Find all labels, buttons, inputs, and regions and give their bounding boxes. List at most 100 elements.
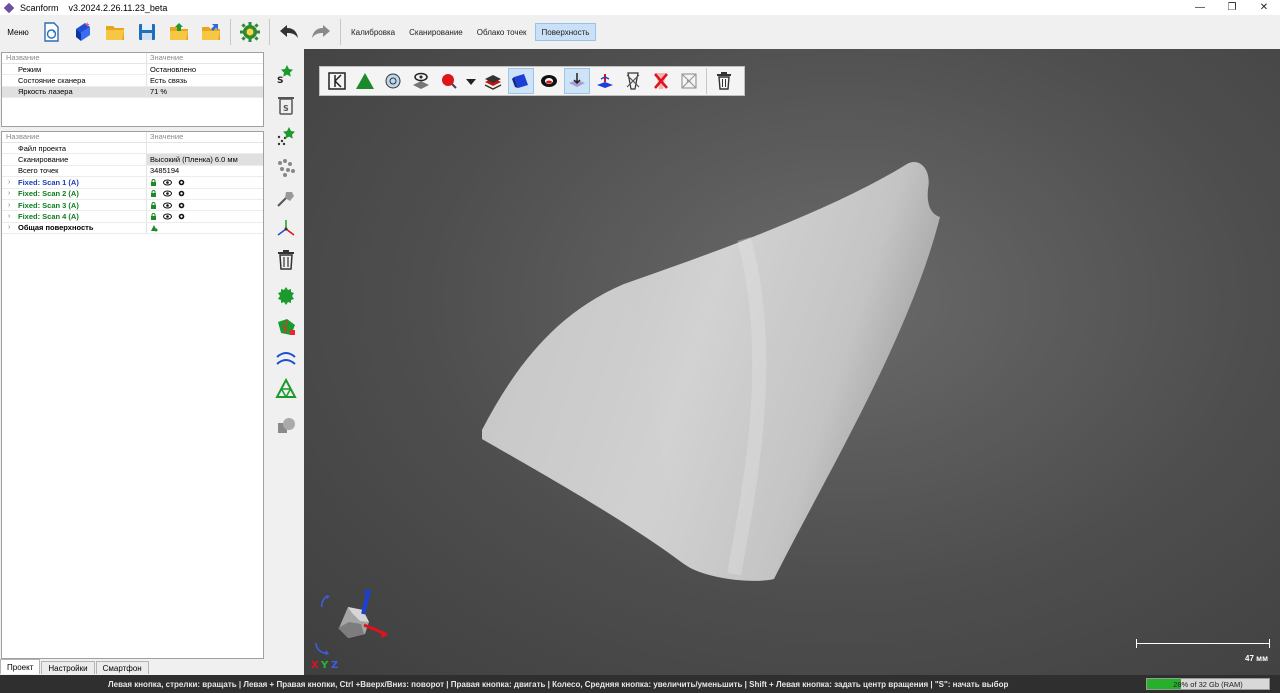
pick-tool-button[interactable] xyxy=(272,184,300,212)
tab-calibration[interactable]: Калибровка xyxy=(345,23,401,41)
visibility-eye-icon[interactable] xyxy=(163,190,172,197)
lock-icon[interactable] xyxy=(150,178,157,186)
color-dot-icon[interactable] xyxy=(178,179,185,186)
scan-name: Fixed: Scan 3 (A) xyxy=(18,200,79,210)
property-row-mode[interactable]: Режим Остановлено xyxy=(2,64,263,76)
expand-arrow-icon[interactable]: › xyxy=(8,224,10,231)
eye-layer-button[interactable] xyxy=(409,69,433,93)
3d-viewport[interactable]: X Y Z 47 мм xyxy=(304,49,1280,675)
expand-arrow-icon[interactable]: › xyxy=(8,202,10,209)
axis-y-label: Y xyxy=(320,660,329,671)
tree-row-scanning[interactable]: Сканирование Высокий (Пленка) 6.0 мм xyxy=(2,154,263,166)
noise-filter-button[interactable] xyxy=(272,153,300,181)
mesh-icon[interactable] xyxy=(150,224,158,232)
trash-icon xyxy=(278,250,294,270)
toolbar-separator xyxy=(706,68,707,94)
export-folder-button[interactable] xyxy=(197,18,225,46)
delete-selection-button[interactable]: S xyxy=(272,91,300,119)
shapes-button[interactable] xyxy=(272,411,300,439)
orientation-gizmo[interactable]: X Y Z xyxy=(308,587,398,673)
toolbar-separator xyxy=(230,19,231,45)
app-version: v3.2024.2.26.11.23_beta xyxy=(68,2,168,13)
open-project-button[interactable] xyxy=(165,18,193,46)
triangulate-button[interactable] xyxy=(272,375,300,403)
open-folder-icon xyxy=(106,26,124,40)
tree-row-scan-1[interactable]: › Fixed: Scan 1 (A) xyxy=(2,177,263,189)
dropdown-icon xyxy=(466,79,476,85)
viewport-delete-button[interactable] xyxy=(712,69,736,93)
sphere-view-button[interactable] xyxy=(381,69,405,93)
undo-button[interactable] xyxy=(275,18,303,46)
color-point-button[interactable] xyxy=(437,69,461,93)
import-button[interactable] xyxy=(69,18,97,46)
expand-arrow-icon[interactable]: › xyxy=(8,179,10,186)
color-point-icon xyxy=(442,74,457,89)
color-dot-icon[interactable] xyxy=(178,190,185,197)
plane-icon xyxy=(597,74,613,88)
save-button[interactable] xyxy=(133,18,161,46)
property-row-laser-brightness[interactable]: Яркость лазера 71 % xyxy=(2,86,263,99)
header-name: Название xyxy=(2,53,147,63)
property-row-scanner-state[interactable]: Состояние сканера Есть связь xyxy=(2,75,263,87)
tab-settings[interactable]: Настройки xyxy=(41,661,95,674)
curve-button[interactable] xyxy=(272,344,300,372)
visibility-eye-icon[interactable] xyxy=(163,202,172,209)
color-dot-icon[interactable] xyxy=(178,202,185,209)
tree-row-scan-2[interactable]: › Fixed: Scan 2 (A) xyxy=(2,188,263,200)
crossed-plane-button[interactable] xyxy=(621,69,645,93)
red-x-button[interactable] xyxy=(649,69,673,93)
axes-button[interactable] xyxy=(272,215,300,243)
delete-button[interactable] xyxy=(272,246,300,274)
ram-usage-text: 28% of 32 Gb (RAM) xyxy=(1173,680,1243,689)
tab-smartphone[interactable]: Смартфон xyxy=(95,661,149,674)
grey-crossed-button[interactable] xyxy=(677,69,701,93)
mouse-hints: Левая кнопка, стрелки: вращать | Левая +… xyxy=(108,679,1009,689)
color-dot-icon[interactable] xyxy=(178,213,185,220)
expand-arrow-icon[interactable]: › xyxy=(8,213,10,220)
open-folder-button[interactable] xyxy=(101,18,129,46)
color-dropdown-button[interactable] xyxy=(465,69,477,93)
plane-button[interactable] xyxy=(593,69,617,93)
ring-button[interactable] xyxy=(537,69,561,93)
redo-button[interactable] xyxy=(307,18,335,46)
close-button[interactable]: ✕ xyxy=(1248,0,1280,15)
lock-icon[interactable] xyxy=(150,213,157,221)
tree-row-total-points[interactable]: Всего точек 3485194 xyxy=(2,165,263,178)
window-controls: — ❐ ✕ xyxy=(1184,0,1280,15)
visibility-eye-icon[interactable] xyxy=(163,213,172,220)
expand-arrow-icon[interactable]: › xyxy=(8,190,10,197)
tab-scanning[interactable]: Сканирование xyxy=(403,23,469,41)
settings-button[interactable] xyxy=(236,18,264,46)
visibility-eye-icon[interactable] xyxy=(163,179,172,186)
tree-row-common-surface[interactable]: › Общая поверхность xyxy=(2,222,263,235)
tab-surface[interactable]: Поверхность xyxy=(534,23,597,41)
new-project-button[interactable] xyxy=(37,18,65,46)
cube-blue-button[interactable] xyxy=(508,68,534,94)
noise-filter-icon xyxy=(278,159,295,177)
main-toolbar: Меню Калибровка Сканирование Облако точе… xyxy=(0,15,1280,49)
layer-red-button[interactable] xyxy=(481,69,505,93)
hole-fill-button[interactable] xyxy=(272,313,300,341)
scale-label: 47 мм xyxy=(1245,654,1268,663)
restore-button[interactable]: ❐ xyxy=(1216,0,1248,15)
property-name: Яркость лазера xyxy=(2,86,147,98)
tree-row-project-file[interactable]: Файл проекта xyxy=(2,143,263,155)
arrow-down-button[interactable] xyxy=(564,68,590,94)
lock-icon[interactable] xyxy=(150,190,157,198)
mesh-button[interactable] xyxy=(272,282,300,310)
open-project-icon xyxy=(170,23,188,40)
tree-row-scan-3[interactable]: › Fixed: Scan 3 (A) xyxy=(2,199,263,212)
tree-row-scan-4[interactable]: › Fixed: Scan 4 (A) xyxy=(2,211,263,223)
property-value: 71 % xyxy=(150,87,168,97)
tab-point-cloud[interactable]: Облако точек xyxy=(471,23,533,41)
menu-button[interactable]: Меню xyxy=(1,19,35,45)
lock-icon[interactable] xyxy=(150,201,157,209)
minimize-button[interactable]: — xyxy=(1184,0,1216,15)
frame-icon xyxy=(328,72,346,90)
filter-points-button[interactable] xyxy=(272,122,300,150)
frame-button[interactable] xyxy=(325,69,349,93)
triangle-button[interactable] xyxy=(353,69,377,93)
tab-project[interactable]: Проект xyxy=(0,659,41,674)
select-points-button[interactable]: S xyxy=(272,60,300,88)
scanned-surface-mesh[interactable] xyxy=(304,49,1280,675)
